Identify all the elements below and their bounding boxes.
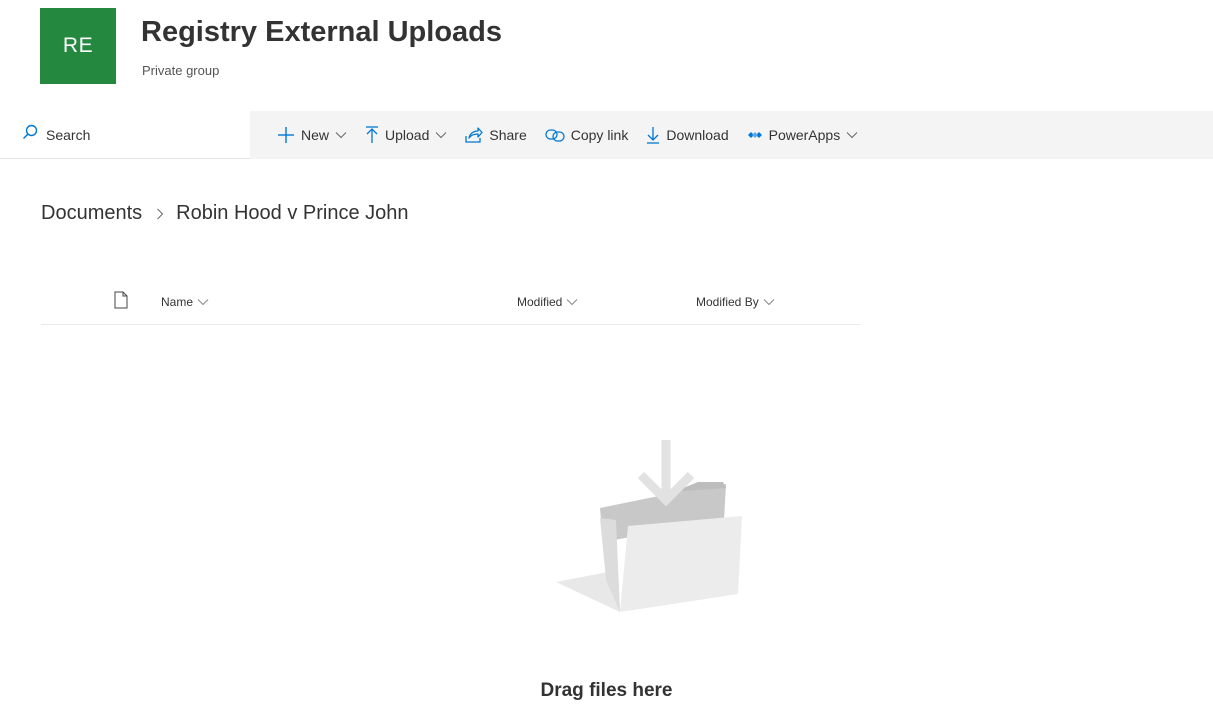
file-type-icon[interactable]: [114, 291, 128, 314]
column-header-modified[interactable]: Modified: [517, 295, 578, 309]
upload-button[interactable]: Upload: [365, 111, 447, 159]
column-header-modified-by[interactable]: Modified By: [696, 295, 775, 309]
search-box[interactable]: Search: [0, 111, 250, 159]
powerapps-button[interactable]: PowerApps: [747, 111, 859, 159]
command-bar: Search New Upload Share Copy link Downlo…: [0, 111, 1213, 159]
chevron-down-icon: [335, 131, 347, 139]
chevron-down-icon: [846, 131, 858, 139]
site-header: RE Registry External Uploads Private gro…: [0, 0, 1213, 110]
plus-icon: [277, 126, 295, 144]
link-icon: [545, 128, 565, 142]
upload-label: Upload: [385, 127, 430, 143]
chevron-down-icon: [435, 131, 447, 139]
column-header-name-label: Name: [161, 295, 194, 309]
share-icon: [465, 127, 484, 143]
share-label: Share: [489, 127, 527, 143]
chevron-down-icon: [763, 298, 775, 306]
upload-arrow-icon: [365, 126, 379, 144]
site-title[interactable]: Registry External Uploads: [141, 16, 502, 49]
site-logo[interactable]: RE: [40, 8, 116, 84]
powerapps-label: PowerApps: [768, 127, 841, 143]
breadcrumb-item-current-folder[interactable]: Robin Hood v Prince John: [176, 202, 408, 225]
new-label: New: [301, 127, 330, 143]
empty-folder-icon: [548, 430, 758, 625]
download-arrow-icon: [646, 126, 660, 144]
column-header-modified-label: Modified: [517, 295, 563, 309]
chevron-down-icon: [566, 298, 578, 306]
empty-state-message: Drag files here: [540, 680, 673, 701]
chevron-down-icon: [197, 298, 209, 306]
site-privacy-label: Private group: [142, 63, 220, 78]
chevron-right-icon: [156, 208, 164, 220]
breadcrumb-item-documents[interactable]: Documents: [41, 202, 142, 225]
list-column-header: Name Modified Modified By: [41, 285, 860, 325]
command-list: New Upload Share Copy link Download Powe…: [277, 111, 876, 159]
copy-link-label: Copy link: [570, 127, 629, 143]
column-header-name[interactable]: Name: [161, 295, 209, 309]
search-label: Search: [46, 126, 91, 143]
copy-link-button[interactable]: Copy link: [545, 111, 629, 159]
column-header-modified-by-label: Modified By: [696, 295, 759, 309]
search-icon: [22, 124, 46, 145]
powerapps-icon: [747, 129, 763, 141]
new-button[interactable]: New: [277, 111, 347, 159]
download-button[interactable]: Download: [646, 111, 729, 159]
breadcrumb: Documents Robin Hood v Prince John: [41, 202, 409, 225]
share-button[interactable]: Share: [465, 111, 527, 159]
download-label: Download: [666, 127, 729, 143]
